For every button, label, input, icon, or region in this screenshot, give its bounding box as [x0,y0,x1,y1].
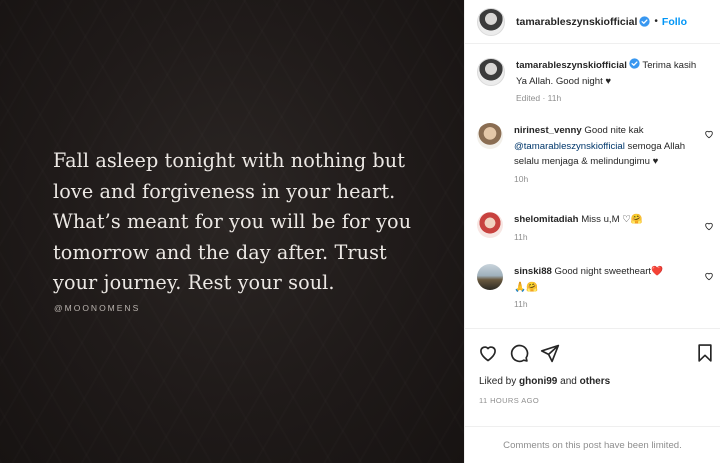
share-icon[interactable] [540,343,560,363]
quote-line: What’s meant for you will be for you [53,210,412,233]
comment-time: 11h [514,299,528,309]
like-comment-icon[interactable] [704,221,714,231]
comments-list[interactable]: tamarableszynskiofficial Terima kasih Ya… [465,45,720,328]
heart-icon[interactable] [478,343,498,363]
instagram-post: Fall asleep tonight with nothing but lov… [0,0,720,463]
liked-by-user[interactable]: ghoni99 [519,376,557,387]
liked-by: Liked by ghoni99 and others [479,376,610,387]
caption-username[interactable]: tamarableszynskiofficial [516,60,627,71]
comment-item: nirinest_venny Good nite kak @tamarables… [477,123,714,185]
quote-text: Fall asleep tonight with nothing but lov… [53,146,433,299]
like-comment-icon[interactable] [704,129,714,139]
follow-button[interactable]: Follo [662,16,687,28]
caption: tamarableszynskiofficial Terima kasih Ya… [477,58,714,104]
liked-by-others[interactable]: others [580,376,611,387]
liked-by-prefix: Liked by [479,376,517,387]
comment-time: 11h [514,231,528,242]
quote-credit: @MOONOMENS [54,303,141,313]
caption-meta: Edited · 11h [516,93,562,103]
post-time[interactable]: 11 HOURS AGO [479,396,539,405]
comment-username[interactable]: nirinest_venny [514,125,582,136]
comment-text: Miss u,M ♡🤗 [581,214,643,225]
comment-username[interactable]: sinski88 [514,266,552,277]
comment-time: 10h [514,173,529,184]
post-image[interactable]: Fall asleep tonight with nothing but lov… [0,0,464,463]
like-comment-icon[interactable] [704,271,714,281]
author-username[interactable]: tamarableszynskiofficial [516,16,637,28]
quote-line: love and forgiveness in your heart. [53,179,396,203]
separator-dot: • [654,16,658,27]
post-side-panel: tamarableszynskiofficial • Follo tamarab… [464,0,720,463]
caption-avatar[interactable] [477,58,505,86]
quote-line: your journey. Rest your soul. [53,271,335,294]
commenter-avatar[interactable] [477,212,503,238]
author-avatar[interactable] [477,7,505,36]
comment-username[interactable]: shelomitadiah [514,214,579,225]
comment-icon[interactable] [509,343,529,363]
comments-limited-notice: Comments on this post have been limited. [465,426,720,463]
bookmark-icon[interactable] [695,343,715,363]
verified-badge-icon [639,16,651,27]
quote-line: Fall asleep tonight with nothing but [53,149,406,172]
comment-item: shelomitadiah Miss u,M ♡🤗 11h [477,212,714,243]
verified-badge-icon [629,58,640,69]
comment-mention[interactable]: @tamarableszynskiofficial [514,141,625,152]
commenter-avatar[interactable] [477,264,503,290]
commenter-avatar[interactable] [477,123,503,149]
comment-item: sinski88 Good night sweetheart❤️🙏🤗 11h [477,264,714,310]
liked-by-and: and [560,376,577,387]
post-header: tamarableszynskiofficial • Follo [465,0,720,44]
quote-line: tomorrow and the day after. Trust [53,240,387,264]
comment-text: Good nite kak [584,125,644,136]
